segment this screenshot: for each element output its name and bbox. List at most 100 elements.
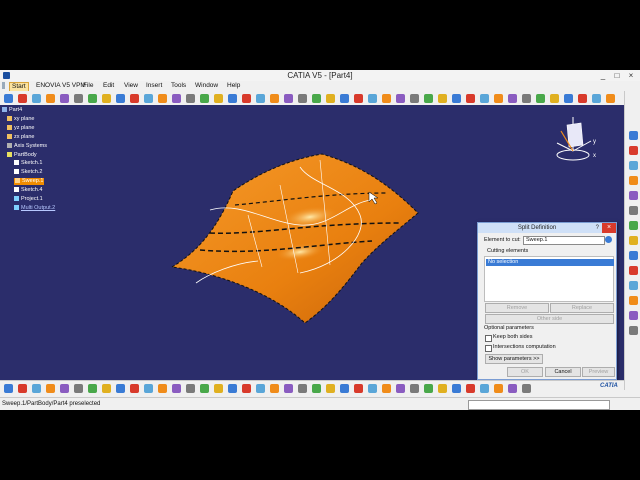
toolbar-button[interactable] <box>46 384 55 393</box>
element-to-cut-field[interactable]: Sweep.1 <box>523 236 605 245</box>
toolbar-button[interactable] <box>130 384 139 393</box>
toolbar-button[interactable] <box>326 384 335 393</box>
toolbar-button[interactable] <box>480 384 489 393</box>
toolbar-button[interactable] <box>60 384 69 393</box>
toolbar-button[interactable] <box>629 221 638 230</box>
toolbar-button[interactable] <box>629 266 638 275</box>
toolbar-button[interactable] <box>452 94 461 103</box>
help-button[interactable]: ? <box>596 223 599 233</box>
intersections-checkbox[interactable] <box>485 345 492 352</box>
toolbar-button[interactable] <box>629 176 638 185</box>
toolbar-button[interactable] <box>466 94 475 103</box>
toolbar-button[interactable] <box>102 94 111 103</box>
remove-button[interactable]: Remove <box>485 303 549 313</box>
toolbar-button[interactable] <box>242 384 251 393</box>
toolbar-button[interactable] <box>629 206 638 215</box>
toolbar-button[interactable] <box>242 94 251 103</box>
toolbar-button[interactable] <box>550 94 559 103</box>
toolbar-button[interactable] <box>116 94 125 103</box>
toolbar-button[interactable] <box>326 94 335 103</box>
close-button[interactable]: × <box>624 70 638 81</box>
cutting-elements-selection[interactable]: No selection <box>486 259 614 266</box>
3d-viewport[interactable]: Part4 xy plane yz plane zx plane Axis Sy… <box>0 105 624 380</box>
toolbar-button[interactable] <box>270 384 279 393</box>
tree-item[interactable]: Axis Systems <box>7 143 47 150</box>
toolbar-button[interactable] <box>522 94 531 103</box>
toolbar-button[interactable] <box>172 384 181 393</box>
minimize-button[interactable]: _ <box>596 70 610 81</box>
tree-item[interactable]: xy plane <box>7 116 35 123</box>
toolbar-button[interactable] <box>228 94 237 103</box>
tree-item[interactable]: Multi Output.2 <box>14 205 55 212</box>
toolbar-button[interactable] <box>480 94 489 103</box>
toolbar-button[interactable] <box>424 94 433 103</box>
toolbar-button[interactable] <box>144 94 153 103</box>
keep-both-sides-checkbox[interactable] <box>485 335 492 342</box>
toolbar-button[interactable] <box>4 384 13 393</box>
menu-tools[interactable]: Tools <box>171 81 186 91</box>
toolbar-button[interactable] <box>354 94 363 103</box>
toolbar-button[interactable] <box>4 94 13 103</box>
toolbar-button[interactable] <box>508 94 517 103</box>
toolbar-button[interactable] <box>382 384 391 393</box>
tree-item[interactable]: Part4 <box>2 107 22 114</box>
toolbar-button[interactable] <box>256 94 265 103</box>
tree-item-selected[interactable]: Sweep.1 <box>14 178 45 185</box>
toolbar-button[interactable] <box>424 384 433 393</box>
toolbar-button[interactable] <box>629 251 638 260</box>
toolbar-button[interactable] <box>60 94 69 103</box>
toolbar-button[interactable] <box>116 384 125 393</box>
toolbar-button[interactable] <box>629 161 638 170</box>
toolbar-button[interactable] <box>214 94 223 103</box>
toolbar-button[interactable] <box>46 94 55 103</box>
toolbar-button[interactable] <box>536 94 545 103</box>
tree-item[interactable]: Sketch.1 <box>14 160 42 167</box>
toolbar-button[interactable] <box>214 384 223 393</box>
tree-item[interactable]: PartBody <box>7 152 37 159</box>
toolbar-button[interactable] <box>32 94 41 103</box>
toolbar-button[interactable] <box>354 384 363 393</box>
toolbar-button[interactable] <box>629 191 638 200</box>
toolbar-button[interactable] <box>130 94 139 103</box>
toolbar-button[interactable] <box>578 94 587 103</box>
toolbar-button[interactable] <box>312 94 321 103</box>
tree-item[interactable]: Sketch.4 <box>14 187 42 194</box>
toolbar-button[interactable] <box>396 384 405 393</box>
toolbar-button[interactable] <box>629 311 638 320</box>
toolbar-button[interactable] <box>186 94 195 103</box>
maximize-button[interactable]: □ <box>610 70 624 81</box>
toolbar-button[interactable] <box>18 384 27 393</box>
toolbar-button[interactable] <box>629 236 638 245</box>
toolbar-button[interactable] <box>382 94 391 103</box>
toolbar-button[interactable] <box>410 384 419 393</box>
other-side-button[interactable]: Other side <box>485 314 614 324</box>
toolbar-button[interactable] <box>172 94 181 103</box>
toolbar-button[interactable] <box>284 384 293 393</box>
toolbar-button[interactable] <box>228 384 237 393</box>
toolbar-button[interactable] <box>522 384 531 393</box>
toolbar-button[interactable] <box>298 384 307 393</box>
toolbar-button[interactable] <box>452 384 461 393</box>
compass-icon[interactable]: y x <box>553 111 603 171</box>
sweep-surface[interactable] <box>170 153 419 324</box>
preview-button[interactable]: Preview <box>582 367 615 377</box>
dialog-close-button[interactable]: × <box>602 223 616 233</box>
toolbar-button[interactable] <box>102 384 111 393</box>
selection-icon[interactable] <box>605 236 612 243</box>
tree-item[interactable]: Project.1 <box>14 196 43 203</box>
toolbar-button[interactable] <box>410 94 419 103</box>
toolbar-button[interactable] <box>144 384 153 393</box>
toolbar-button[interactable] <box>629 281 638 290</box>
menu-file[interactable]: File <box>83 81 93 91</box>
replace-button[interactable]: Replace <box>550 303 614 313</box>
toolbar-button[interactable] <box>270 94 279 103</box>
toolbar-button[interactable] <box>88 94 97 103</box>
toolbar-button[interactable] <box>340 94 349 103</box>
toolbar-button[interactable] <box>200 384 209 393</box>
toolbar-button[interactable] <box>284 94 293 103</box>
toolbar-button[interactable] <box>629 146 638 155</box>
toolbar-button[interactable] <box>629 131 638 140</box>
toolbar-button[interactable] <box>592 94 601 103</box>
tree-item[interactable]: yz plane <box>7 125 35 132</box>
command-input[interactable] <box>468 400 610 410</box>
